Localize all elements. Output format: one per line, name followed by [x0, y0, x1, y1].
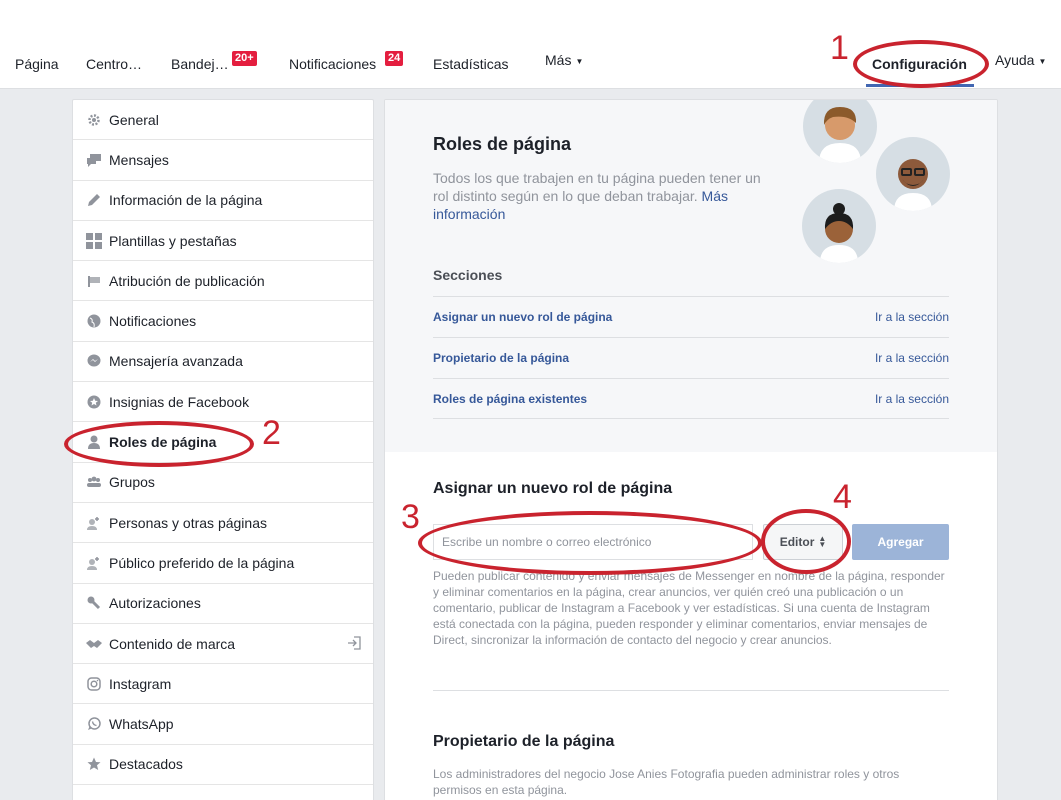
nav-notificaciones[interactable]: Notificaciones [289, 56, 376, 72]
caret-down-icon: ▼ [1038, 56, 1047, 66]
sidebar-item-label: Mensajes [109, 151, 169, 168]
section-row-assign: Asignar un nuevo rol de página Ir a la se… [433, 296, 949, 337]
section-go-assign[interactable]: Ir a la sección [875, 310, 949, 324]
handshake-icon [85, 635, 103, 653]
sidebar-item-instagram[interactable]: Instagram [73, 664, 373, 705]
sidebar-item-label: Grupos [109, 474, 155, 491]
sections-heading: Secciones [433, 267, 503, 283]
sidebar-item-label: Contenido de marca [109, 635, 236, 652]
annotation-number: 3 [401, 498, 420, 536]
sidebar-item-grupos[interactable]: Grupos [73, 463, 373, 503]
section-link-existing[interactable]: Roles de página existentes [433, 392, 587, 406]
sidebar-item-label: Instagram [109, 675, 172, 692]
annotation-number: 2 [262, 414, 281, 452]
sidebar-item-destacados[interactable]: Destacados [73, 745, 373, 786]
caret-down-icon: ▼ [575, 56, 584, 66]
inbox-badge: 20+ [232, 51, 257, 66]
sidebar-item-notificaciones[interactable]: Notificaciones [73, 301, 373, 342]
sidebar-item-label: Atribución de publicación [109, 272, 265, 289]
chat-bubbles-icon [85, 151, 103, 169]
assign-role-title: Asignar un nuevo rol de página [433, 480, 673, 497]
sidebar-item-publico[interactable]: Público preferido de la página [73, 543, 373, 584]
group-icon [85, 473, 103, 491]
sidebar-item-personas[interactable]: Personas y otras páginas [73, 503, 373, 544]
divider [433, 418, 949, 419]
annotation-number: 1 [830, 29, 849, 67]
annotation-ellipse [853, 40, 989, 88]
sidebar-item-autorizaciones[interactable]: Autorizaciones [73, 584, 373, 624]
grid-icon [85, 232, 103, 250]
sidebar-item-label: Plantillas y pestañas [109, 232, 237, 249]
avatar [876, 137, 950, 211]
divider [433, 690, 949, 691]
roles-panel: Roles de página Todos los que trabajen e… [384, 99, 998, 800]
star-badge-icon [85, 393, 103, 411]
annotation-ellipse [761, 509, 851, 574]
sidebar-item-label: Personas y otras páginas [109, 514, 267, 531]
section-go-owner[interactable]: Ir a la sección [875, 351, 949, 365]
nav-centro[interactable]: Centro… [86, 56, 142, 72]
globe-icon [85, 312, 103, 330]
nav-estadisticas[interactable]: Estadísticas [433, 56, 508, 72]
sidebar-item-label: Insignias de Facebook [109, 393, 250, 410]
nav-mas[interactable]: Más ▼ [545, 52, 583, 68]
add-button[interactable]: Agregar [852, 524, 949, 560]
sidebar-item-label: Autorizaciones [109, 595, 201, 612]
wrench-icon [85, 594, 103, 612]
annotation-number: 4 [833, 478, 852, 516]
pencil-icon [85, 191, 103, 209]
external-link-icon [347, 636, 361, 653]
sidebar-item-label: Destacados [109, 756, 183, 773]
section-row-existing: Roles de página existentes Ir a la secció… [433, 378, 949, 419]
roles-description: Todos los que trabajen en tu página pued… [433, 169, 773, 223]
section-link-assign[interactable]: Asignar un nuevo rol de página [433, 310, 612, 324]
nav-mas-label: Más [545, 52, 572, 68]
sidebar-item-whatsapp[interactable]: WhatsApp [73, 704, 373, 745]
sidebar-item-contenido-marca[interactable]: Contenido de marca [73, 624, 373, 665]
nav-ayuda-label: Ayuda [995, 52, 1035, 68]
notifications-badge: 24 [385, 51, 404, 66]
sidebar-item-mensajes[interactable]: Mensajes [73, 140, 373, 181]
sidebar-item-insignias[interactable]: Insignias de Facebook [73, 382, 373, 423]
page-title: Roles de página [433, 134, 572, 154]
sidebar-item-label: General [109, 111, 159, 128]
sidebar-item-mensajeria[interactable]: Mensajería avanzada [73, 342, 373, 383]
sidebar-item-label: Mensajería avanzada [109, 353, 243, 370]
sidebar-item-atribucion[interactable]: Atribución de publicación [73, 261, 373, 302]
section-go-existing[interactable]: Ir a la sección [875, 392, 949, 406]
person-add-icon [85, 554, 103, 572]
role-help-text: Pueden publicar contenido y enviar mensa… [433, 569, 945, 647]
sidebar-item-label: Público preferido de la página [109, 554, 295, 571]
flag-icon [85, 272, 103, 290]
nav-ayuda[interactable]: Ayuda ▼ [995, 52, 1046, 68]
sidebar-item-general[interactable]: General [73, 100, 373, 141]
messenger-icon [85, 352, 103, 370]
whatsapp-icon [85, 715, 103, 733]
owner-title: Propietario de la página [433, 733, 615, 750]
sidebar-item-informacion[interactable]: Información de la página [73, 181, 373, 221]
avatar [802, 189, 876, 263]
section-row-owner: Propietario de la página Ir a la sección [433, 337, 949, 378]
sidebar-item-label: Notificaciones [109, 313, 197, 330]
annotation-ellipse [64, 421, 254, 467]
sidebar-item-label: Información de la página [109, 192, 263, 209]
sidebar-item-plantillas[interactable]: Plantillas y pestañas [73, 221, 373, 262]
owner-description: Los administradores del negocio Jose Ani… [433, 767, 900, 797]
sidebar-item-label: WhatsApp [109, 716, 174, 733]
annotation-ellipse [418, 511, 762, 575]
gear-icon [85, 111, 103, 129]
nav-bandeja[interactable]: Bandej… [171, 56, 229, 72]
person-add-icon [85, 514, 103, 532]
nav-pagina[interactable]: Página [15, 56, 59, 72]
star-icon [85, 755, 103, 773]
instagram-icon [85, 675, 103, 693]
section-link-owner[interactable]: Propietario de la página [433, 351, 569, 365]
